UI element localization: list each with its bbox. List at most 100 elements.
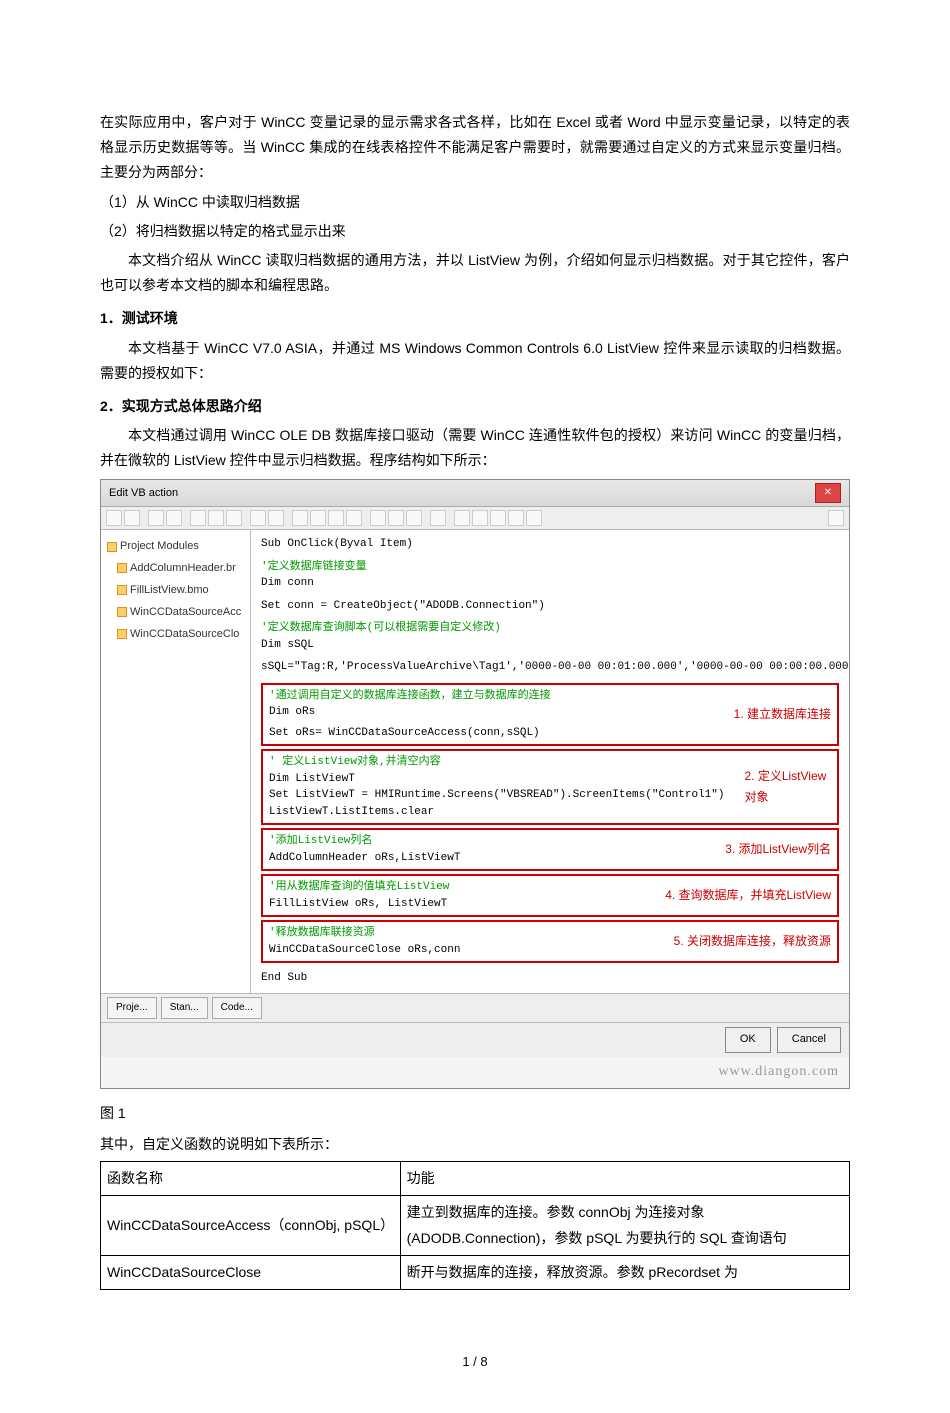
annotation-box-2: ' 定义ListView对象,并清空内容 Dim ListViewT Set L… [261,749,839,825]
module-icon [117,607,127,617]
tree-item-label: FillListView.bmo [130,584,209,596]
window-title: Edit VB action [109,484,178,504]
project-tree[interactable]: Project Modules AddColumnHeader.br FillL… [101,530,251,993]
toolbar-icon[interactable] [472,510,488,526]
table-cell: WinCCDataSourceAccess（connObj, pSQL） [101,1196,401,1255]
code-line: Sub OnClick(Byval Item) [261,536,839,553]
cut-icon[interactable] [190,510,206,526]
intro-li-1: （1）从 WinCC 中读取归档数据 [100,190,850,215]
toolbar-icon[interactable] [430,510,446,526]
help-icon[interactable] [828,510,844,526]
vb-editor-screenshot: Edit VB action ✕ [100,479,850,1088]
code-line: ListViewT.ListItems.clear [269,804,724,821]
code-line: sSQL="Tag:R,'ProcessValueArchive\Tag1','… [261,659,839,676]
section-2-title: 2．实现方式总体思路介绍 [100,394,850,419]
undo-icon[interactable] [250,510,266,526]
annotation-label-1: 1. 建立数据库连接 [714,704,831,726]
annotation-label-2: 2. 定义ListView对象 [724,766,831,809]
intro-li-2: （2）将归档数据以特定的格式显示出来 [100,219,850,244]
tree-item[interactable]: FillListView.bmo [105,580,246,602]
person-icon[interactable] [508,510,524,526]
function-table: 函数名称 功能 WinCCDataSourceAccess（connObj, p… [100,1161,850,1290]
toolbar-icon[interactable] [406,510,422,526]
folder-icon [107,542,117,552]
table-cell: 断开与数据库的连接，释放资源。参数 pRecordset 为 [400,1255,849,1289]
tree-item-label: WinCCDataSourceClo [130,628,239,640]
code-line: AddColumnHeader oRs,ListViewT [269,850,460,867]
tree-item-label: AddColumnHeader.br [130,562,236,574]
tree-root[interactable]: Project Modules [105,536,246,558]
toolbar-icon[interactable] [346,510,362,526]
toolbar [101,507,849,530]
tree-item[interactable]: WinCCDataSourceAcc [105,602,246,624]
toolbar-icon[interactable] [292,510,308,526]
code-line: Set conn = CreateObject("ADODB.Connectio… [261,598,839,615]
code-comment: '定义数据库查询脚本(可以根据需要自定义修改) [261,620,839,637]
code-editor[interactable]: Sub OnClick(Byval Item) '定义数据库链接变量 Dim c… [251,530,849,993]
copy-icon[interactable] [208,510,224,526]
section-1-body: 本文档基于 WinCC V7.0 ASIA，并通过 MS Windows Com… [100,336,850,386]
toolbar-icon[interactable] [526,510,542,526]
code-line: Dim sSQL [261,637,839,654]
code-line: Set oRs= WinCCDataSourceAccess(conn,sSQL… [269,725,551,742]
table-cell: 建立到数据库的连接。参数 connObj 为连接对象 (ADODB.Connec… [400,1196,849,1255]
intro-para-2: 本文档介绍从 WinCC 读取归档数据的通用方法，并以 ListView 为例，… [100,248,850,298]
code-line: WinCCDataSourceClose oRs,conn [269,942,460,959]
toolbar-icon[interactable] [370,510,386,526]
code-comment: '用从数据库查询的值填充ListView [269,879,449,896]
code-comment: '释放数据库联接资源 [269,925,460,942]
table-intro: 其中，自定义函数的说明如下表所示： [100,1132,850,1157]
toolbar-icon[interactable] [124,510,140,526]
code-comment: '通过调用自定义的数据库连接函数，建立与数据库的连接 [269,688,551,705]
tab-code[interactable]: Code... [212,997,262,1019]
tree-item[interactable]: AddColumnHeader.br [105,558,246,580]
tree-root-label: Project Modules [120,540,199,552]
annotation-box-3: '添加ListView列名 AddColumnHeader oRs,ListVi… [261,828,839,871]
module-icon [117,585,127,595]
watermark: www.diangon.com [101,1057,849,1088]
annotation-label-4: 4. 查询数据库，并填充ListView [645,885,831,907]
cancel-button[interactable]: Cancel [777,1027,841,1053]
close-icon[interactable]: ✕ [815,483,841,503]
figure-caption: 图 1 [100,1101,850,1126]
toolbar-icon[interactable] [106,510,122,526]
section-2-body: 本文档通过调用 WinCC OLE DB 数据库接口驱动（需要 WinCC 连通… [100,423,850,473]
annotation-box-4: '用从数据库查询的值填充ListView FillListView oRs, L… [261,874,839,917]
code-line: Dim conn [261,575,839,592]
page-number: 1 / 8 [100,1350,850,1373]
toolbar-icon[interactable] [328,510,344,526]
annotation-label-5: 5. 关闭数据库连接，释放资源 [654,931,831,953]
table-header-desc: 功能 [400,1162,849,1196]
toolbar-icon[interactable] [454,510,470,526]
window-title-bar: Edit VB action ✕ [101,480,849,507]
code-line: Dim oRs [269,704,551,721]
code-line: Set ListViewT = HMIRuntime.Screens("VBSR… [269,787,724,804]
intro-para-1: 在实际应用中，客户对于 WinCC 变量记录的显示需求各式各样，比如在 Exce… [100,110,850,186]
code-comment: ' 定义ListView对象,并清空内容 [269,754,724,771]
ok-button[interactable]: OK [725,1027,771,1053]
code-line: FillListView oRs, ListViewT [269,896,449,913]
paste-icon[interactable] [226,510,242,526]
tree-item[interactable]: WinCCDataSourceClo [105,624,246,646]
redo-icon[interactable] [268,510,284,526]
toolbar-icon[interactable] [166,510,182,526]
toolbar-icon[interactable] [148,510,164,526]
tab-standard[interactable]: Stan... [161,997,208,1019]
code-line: Dim ListViewT [269,771,724,788]
annotation-box-5: '释放数据库联接资源 WinCCDataSourceClose oRs,conn… [261,920,839,963]
annotation-label-3: 3. 添加ListView列名 [705,839,831,861]
code-line: End Sub [261,970,839,987]
code-comment: '定义数据库链接变量 [261,559,839,576]
toolbar-icon[interactable] [388,510,404,526]
annotation-box-1: '通过调用自定义的数据库连接函数，建立与数据库的连接 Dim oRs Set o… [261,683,839,747]
toolbar-icon[interactable] [310,510,326,526]
table-cell: WinCCDataSourceClose [101,1255,401,1289]
toolbar-icon[interactable] [490,510,506,526]
module-icon [117,563,127,573]
tab-project[interactable]: Proje... [107,997,157,1019]
section-1-title: 1．测试环境 [100,306,850,331]
module-icon [117,629,127,639]
code-comment: '添加ListView列名 [269,833,460,850]
tree-item-label: WinCCDataSourceAcc [130,606,241,618]
dialog-buttons: OK Cancel [101,1022,849,1057]
